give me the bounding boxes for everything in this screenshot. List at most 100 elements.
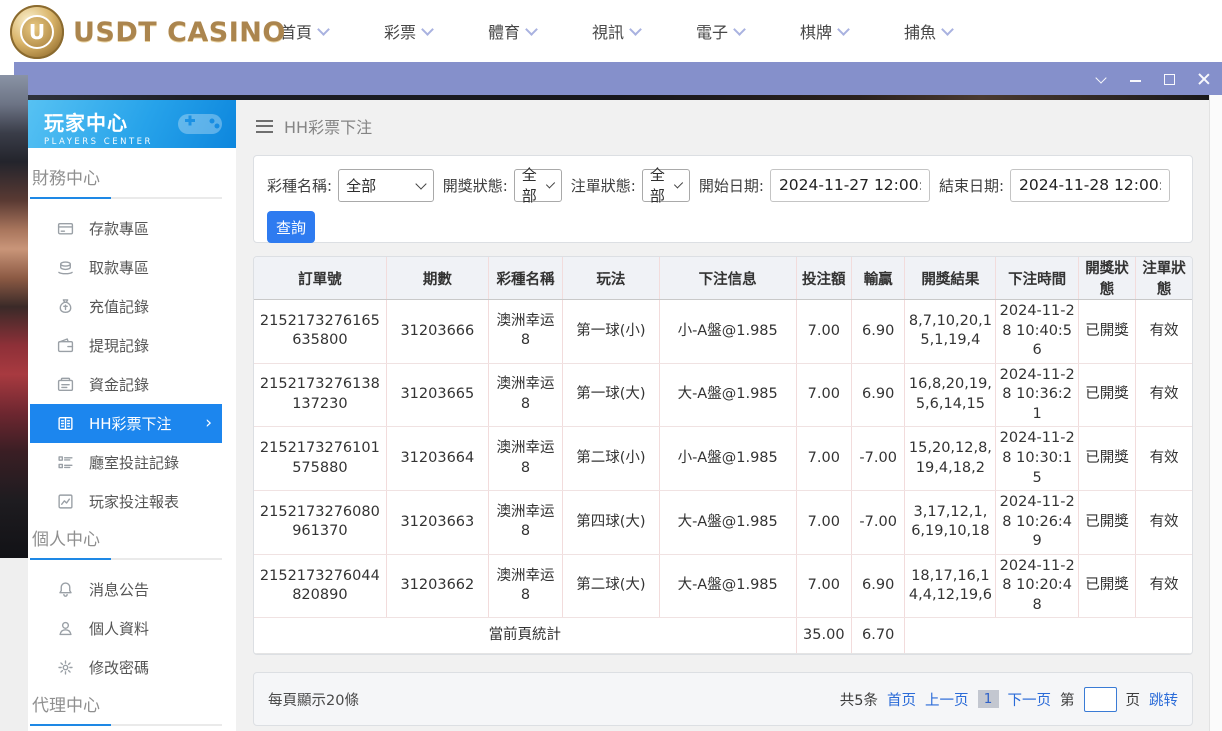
order-status-select[interactable]: 全部 [641, 166, 690, 205]
brand-logo[interactable]: U USDT CASINO [10, 5, 286, 59]
sidebar-item-label: 存款專區 [89, 220, 150, 238]
lottery-name-select[interactable]: 全部 [338, 168, 434, 202]
sidebar-item[interactable]: HH彩票下注 › [30, 404, 222, 443]
nav-item-5[interactable]: 電子 [668, 19, 772, 43]
nav-item-6[interactable]: 棋牌 [772, 19, 876, 43]
cell-win-loss: 6.90 [851, 554, 906, 619]
chevron-down-icon [629, 22, 642, 36]
sidebar-item[interactable]: 廳室投註記錄 [30, 443, 222, 482]
nav-item-label: 體育 [487, 23, 520, 42]
draw-status-select[interactable]: 全部 [513, 166, 562, 205]
sidebar-item[interactable]: 充值記錄 [30, 287, 222, 326]
nav-item-label: 棋牌 [799, 23, 832, 42]
summary-row-current-page: 當前頁統計 35.00 6.70 [254, 617, 1192, 654]
nav-item-4[interactable]: 視訊 [564, 19, 668, 43]
group-divider [30, 724, 222, 726]
cell-draw-result: 15,20,12,8,19,4,18,2 [904, 426, 997, 492]
group-divider [30, 558, 222, 560]
page-jump-input[interactable] [1083, 686, 1117, 712]
sidebar-item-label: 修改密碼 [89, 659, 150, 677]
prev-page-link[interactable]: 上一页 [925, 689, 969, 710]
cell-order-no: 2152173276044820890 [254, 554, 387, 619]
breadcrumb: HH彩票下注 [256, 114, 372, 138]
cell-order-status: 有效 [1135, 299, 1192, 364]
summary-bet-amount: 35.00 [796, 653, 852, 654]
chevron-down-icon [415, 177, 427, 190]
window-maximize-icon[interactable] [1163, 72, 1176, 85]
cell-order-status: 有效 [1135, 426, 1192, 492]
bets-table-panel: 訂單號 期數 彩種名稱 玩法 下注信息 投注額 輸贏 開獎結果 下注時間 開獎狀態 注單狀態 2152… [253, 256, 1193, 655]
sidebar-item[interactable]: 個人資料 [30, 609, 222, 648]
cell-period: 31203664 [386, 426, 489, 492]
background-photo [0, 75, 28, 558]
window-close-icon[interactable] [1197, 72, 1210, 85]
chevron-down-icon [733, 22, 746, 36]
menu-toggle-icon[interactable] [256, 119, 273, 133]
page-size-text: 每頁顯示20條 [268, 692, 359, 709]
nav-item-7[interactable]: 捕魚 [876, 19, 980, 43]
main-content: HH彩票下注 彩種名稱: 全部 開獎狀態: 全部 注單狀態: 全部 開始日期: … [236, 100, 1210, 731]
nav-item-3[interactable]: 體育 [460, 19, 564, 43]
sidebar-item[interactable]: 提現記錄 [30, 326, 222, 365]
chevron-right-icon: › [205, 413, 212, 433]
nav-item-2[interactable]: 彩票 [356, 19, 460, 43]
nav-item-label: 視訊 [591, 23, 624, 42]
cell-play-type: 第二球(大) [562, 554, 660, 619]
sidebar-item[interactable]: 修改密碼 [30, 648, 222, 687]
current-page-badge[interactable]: 1 [977, 690, 999, 708]
end-date-input[interactable] [1010, 168, 1170, 202]
search-button[interactable]: 查詢 [267, 211, 315, 243]
cell-play-type: 第四球(大) [562, 490, 660, 555]
cell-bet-time: 2024-11-28 10:26:49 [995, 490, 1079, 555]
cell-order-status: 有效 [1135, 363, 1192, 428]
sidebar-item[interactable]: 消息公告 [30, 570, 222, 609]
window-minimize-icon[interactable] [1129, 72, 1142, 85]
top-navigation: U USDT CASINO 首頁 彩票 體育 視訊 電子 棋牌 捕魚 [0, 0, 1222, 62]
cell-bet-info: 大-A盤@1.985 [659, 554, 797, 619]
col-header-order-no: 訂單號 [254, 257, 387, 300]
filter-panel: 彩種名稱: 全部 開獎狀態: 全部 注單狀態: 全部 開始日期: 2024-11… [253, 155, 1193, 243]
player-report-icon [57, 493, 74, 510]
cell-play-type: 第一球(小) [562, 299, 660, 364]
col-header-play-type: 玩法 [562, 257, 660, 300]
cell-draw-status: 已開獎 [1078, 299, 1137, 364]
cell-order-status: 有效 [1135, 490, 1192, 555]
summary-row-total: 總統計35.006.70 [254, 653, 1192, 654]
col-header-bet-info: 下注信息 [659, 257, 797, 300]
start-date-input[interactable] [769, 168, 930, 202]
sidebar-item-label: 充值記錄 [89, 298, 150, 316]
sidebar-item-label: 資金記錄 [89, 376, 150, 394]
cell-order-no: 2152173276080961370 [254, 490, 387, 555]
jump-link[interactable]: 跳转 [1149, 689, 1178, 710]
first-page-link[interactable]: 首页 [887, 689, 916, 710]
window-body: 玩家中心 PLAYERS CENTER 財務中心 存款專區 取款專區 充值記錄 提現記錄… [14, 95, 1222, 731]
funds-record-icon [57, 376, 74, 393]
nav-item-label: 電子 [695, 23, 728, 42]
sidebar-item[interactable]: 玩家投注報表 [30, 482, 222, 521]
sidebar-item-label: HH彩票下注 [89, 415, 172, 433]
sidebar-group-title: 個人中心 [32, 530, 100, 550]
brand-name: USDT CASINO [73, 16, 286, 48]
cell-bet-amount: 7.00 [796, 554, 852, 619]
cell-bet-time: 2024-11-28 10:36:21 [995, 363, 1079, 428]
chevron-down-icon [673, 178, 683, 189]
cell-draw-result: 18,17,16,14,4,12,19,6 [904, 554, 997, 619]
group-divider [30, 197, 222, 199]
sidebar-item[interactable]: 取款專區 [30, 248, 222, 287]
sidebar-item[interactable]: 資金記錄 [30, 365, 222, 404]
cell-bet-amount: 7.00 [796, 426, 852, 492]
chevron-down-icon [421, 22, 434, 36]
cell-order-status: 有效 [1135, 554, 1192, 619]
password-gear-icon [57, 659, 74, 676]
chevron-down-icon [545, 178, 555, 189]
table-header-row: 訂單號 期數 彩種名稱 玩法 下注信息 投注額 輸贏 開獎結果 下注時間 開獎狀態 注單狀態 [254, 257, 1192, 300]
summary-empty [904, 617, 1192, 654]
sidebar-item[interactable]: 存款專區 [30, 209, 222, 248]
scrollbar[interactable] [1209, 95, 1222, 731]
withdrawal-record-icon [57, 337, 74, 354]
window-collapse-icon[interactable] [1095, 72, 1108, 85]
next-page-link[interactable]: 下一页 [1008, 689, 1052, 710]
cell-win-loss: 6.90 [851, 363, 906, 428]
page-background [0, 558, 28, 731]
cell-play-type: 第二球(小) [562, 426, 660, 492]
